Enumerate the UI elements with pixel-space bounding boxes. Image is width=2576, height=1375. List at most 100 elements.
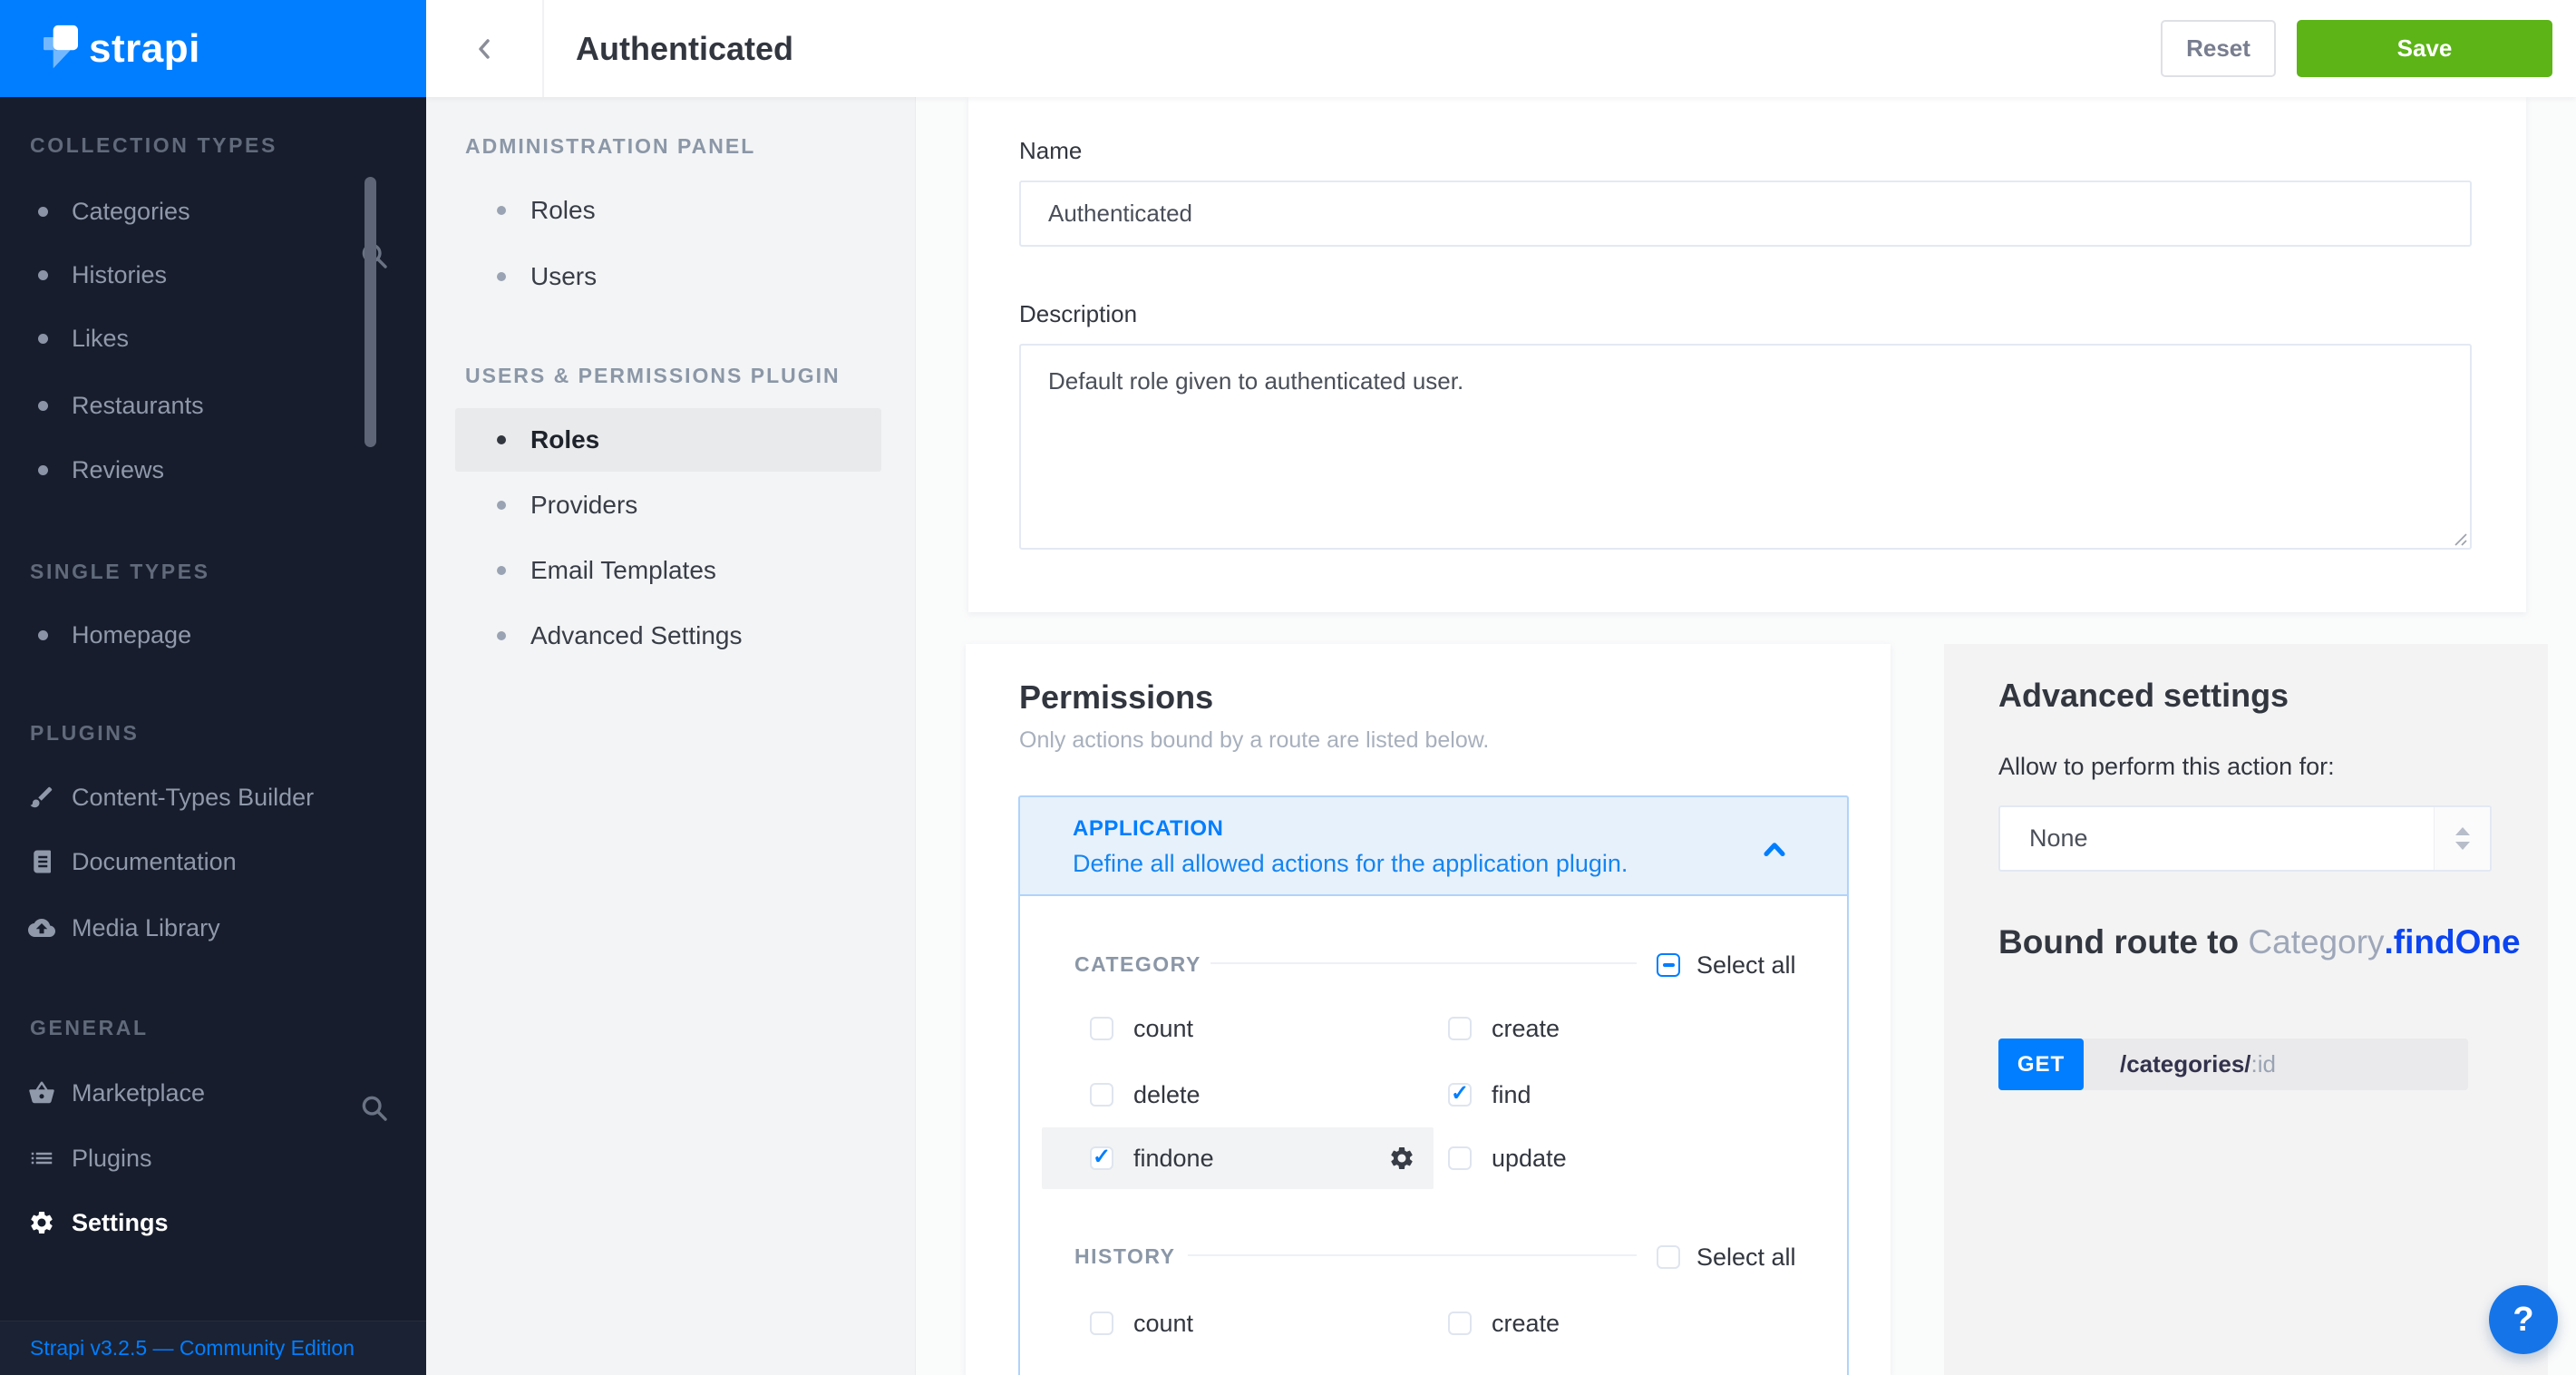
perm-category-update[interactable]: ✓ update	[1448, 1126, 1567, 1191]
bullet-icon	[497, 435, 506, 444]
indeterminate-mark	[1663, 963, 1675, 967]
category-select-all[interactable]: ✓ Select all	[1657, 932, 1796, 998]
perm-category-find[interactable]: ✓ find	[1448, 1062, 1531, 1127]
sidebar-item-homepage[interactable]: Homepage	[0, 602, 426, 668]
group-label-category: CATEGORY	[1074, 952, 1201, 977]
permissions-card: Permissions Only actions bound by a rout…	[966, 644, 1891, 1375]
strapi-logo[interactable]: strapi	[0, 0, 426, 97]
sidebar-item-media-library[interactable]: Media Library	[0, 895, 426, 961]
version-link[interactable]: Strapi v3.2.5 — Community Edition	[30, 1336, 355, 1360]
description-textarea[interactable]: Default role given to authenticated user…	[1019, 344, 2472, 550]
bullet-icon	[38, 465, 48, 475]
history-select-all[interactable]: ✓ Select all	[1657, 1224, 1796, 1290]
application-accordion-body: CATEGORY ✓ Select all ✓ count ✓ create ✓…	[1018, 896, 1849, 1375]
name-label: Name	[1019, 137, 1082, 165]
subnav-item-providers[interactable]: Providers	[426, 473, 916, 538]
role-details-card: Name Description Default role given to a…	[968, 97, 2526, 612]
perm-category-create[interactable]: ✓ create	[1448, 996, 1560, 1061]
perm-category-findone[interactable]: ✓ findone	[1090, 1126, 1214, 1191]
advanced-settings-panel: Advanced settings Allow to perform this …	[1944, 644, 2548, 1375]
findone-settings-gear-icon[interactable]	[1388, 1145, 1415, 1172]
basket-icon	[28, 1079, 55, 1107]
advanced-settings-title: Advanced settings	[1998, 677, 2289, 715]
section-general: GENERAL	[0, 995, 426, 1060]
bullet-icon	[497, 206, 506, 215]
sidebar-item-marketplace[interactable]: Marketplace	[0, 1060, 426, 1126]
route-path: /categories/:id	[2120, 1039, 2276, 1090]
checkbox[interactable]: ✓	[1090, 1312, 1113, 1335]
sidebar-item-documentation[interactable]: Documentation	[0, 829, 426, 894]
sidebar-item-likes[interactable]: Likes	[0, 306, 426, 371]
chevron-left-icon	[469, 34, 500, 64]
section-plugins: PLUGINS	[0, 700, 426, 766]
divider	[1210, 962, 1637, 964]
select-all-checkbox[interactable]: ✓	[1657, 953, 1680, 977]
subnav-item-advanced-settings[interactable]: Advanced Settings	[426, 603, 916, 668]
sidebar-item-restaurants[interactable]: Restaurants	[0, 373, 426, 438]
divider	[1188, 1254, 1637, 1256]
book-icon	[28, 848, 55, 875]
checkbox[interactable]: ✓	[1448, 1146, 1472, 1170]
strapi-logo-icon	[44, 23, 78, 75]
plugin-name: APPLICATION	[1073, 816, 1223, 842]
select-arrows-icon	[2434, 807, 2490, 870]
permissions-title: Permissions	[1019, 678, 1213, 717]
save-button[interactable]: Save	[2297, 20, 2552, 77]
back-button[interactable]	[426, 0, 544, 97]
subnav-item-admin-users[interactable]: Users	[426, 244, 916, 309]
main-sidebar: strapi COLLECTION TYPES Categories Histo…	[0, 0, 426, 1375]
gear-icon	[28, 1209, 55, 1236]
perm-category-delete[interactable]: ✓ delete	[1090, 1062, 1201, 1127]
section-single-types: SINGLE TYPES	[0, 539, 426, 604]
sidebar-item-histories[interactable]: Histories	[0, 242, 426, 307]
bullet-icon	[38, 334, 48, 344]
bullet-icon	[38, 630, 48, 640]
bullet-icon	[38, 270, 48, 280]
settings-subnav: ADMINISTRATION PANEL Roles Users USERS &…	[426, 97, 916, 1375]
group-label-history: HISTORY	[1074, 1244, 1175, 1269]
bullet-icon	[497, 566, 506, 575]
subnav-item-admin-roles[interactable]: Roles	[426, 178, 916, 243]
page-header: Authenticated Reset Save	[426, 0, 2576, 97]
perm-category-count[interactable]: ✓ count	[1090, 996, 1193, 1061]
name-input[interactable]	[1019, 180, 2472, 247]
reset-button[interactable]: Reset	[2161, 20, 2276, 77]
checkbox[interactable]: ✓	[1448, 1312, 1472, 1335]
logo-wordmark: strapi	[89, 26, 200, 72]
perm-history-count[interactable]: ✓ count	[1090, 1291, 1193, 1356]
subnav-item-up-roles[interactable]: Roles	[455, 408, 881, 472]
bullet-icon	[497, 501, 506, 510]
cloud-upload-icon	[28, 914, 55, 941]
sidebar-item-categories[interactable]: Categories	[0, 179, 426, 244]
bound-route-action-link: .findOne	[2385, 923, 2521, 961]
application-accordion-header[interactable]: APPLICATION Define all allowed actions f…	[1018, 795, 1849, 896]
checkbox[interactable]: ✓	[1090, 1017, 1113, 1040]
description-label: Description	[1019, 300, 1137, 328]
perm-history-create[interactable]: ✓ create	[1448, 1291, 1560, 1356]
sidebar-item-reviews[interactable]: Reviews	[0, 437, 426, 502]
chevron-up-icon	[1758, 834, 1791, 866]
select-all-checkbox[interactable]: ✓	[1657, 1245, 1680, 1269]
sidebar-item-content-types-builder[interactable]: Content-Types Builder	[0, 765, 426, 830]
subnav-item-email-templates[interactable]: Email Templates	[426, 538, 916, 603]
brush-icon	[28, 784, 55, 811]
bullet-icon	[497, 272, 506, 281]
subnav-section-users-permissions: USERS & PERMISSIONS PLUGIN	[426, 343, 916, 408]
action-for-label: Allow to perform this action for:	[1998, 753, 2335, 781]
checkbox[interactable]: ✓	[1090, 1146, 1113, 1170]
sidebar-item-plugins[interactable]: Plugins	[0, 1126, 426, 1191]
resize-grip-icon[interactable]	[2445, 523, 2468, 547]
http-method-badge: GET	[1998, 1039, 2084, 1090]
checkbox[interactable]: ✓	[1448, 1017, 1472, 1040]
checkbox[interactable]: ✓	[1448, 1083, 1472, 1107]
page-title: Authenticated	[576, 30, 793, 68]
section-collection-types: COLLECTION TYPES	[0, 112, 426, 178]
sidebar-item-settings[interactable]: Settings	[0, 1190, 426, 1255]
help-button[interactable]: ?	[2489, 1285, 2558, 1354]
strapi-admin-app: strapi COLLECTION TYPES Categories Histo…	[0, 0, 2576, 1375]
subnav-section-administration-panel: ADMINISTRATION PANEL	[426, 113, 916, 179]
checkbox[interactable]: ✓	[1090, 1083, 1113, 1107]
action-select[interactable]: None	[1998, 805, 2492, 872]
sidebar-footer: Strapi v3.2.5 — Community Edition	[0, 1321, 426, 1375]
plugin-description: Define all allowed actions for the appli…	[1073, 850, 1628, 878]
